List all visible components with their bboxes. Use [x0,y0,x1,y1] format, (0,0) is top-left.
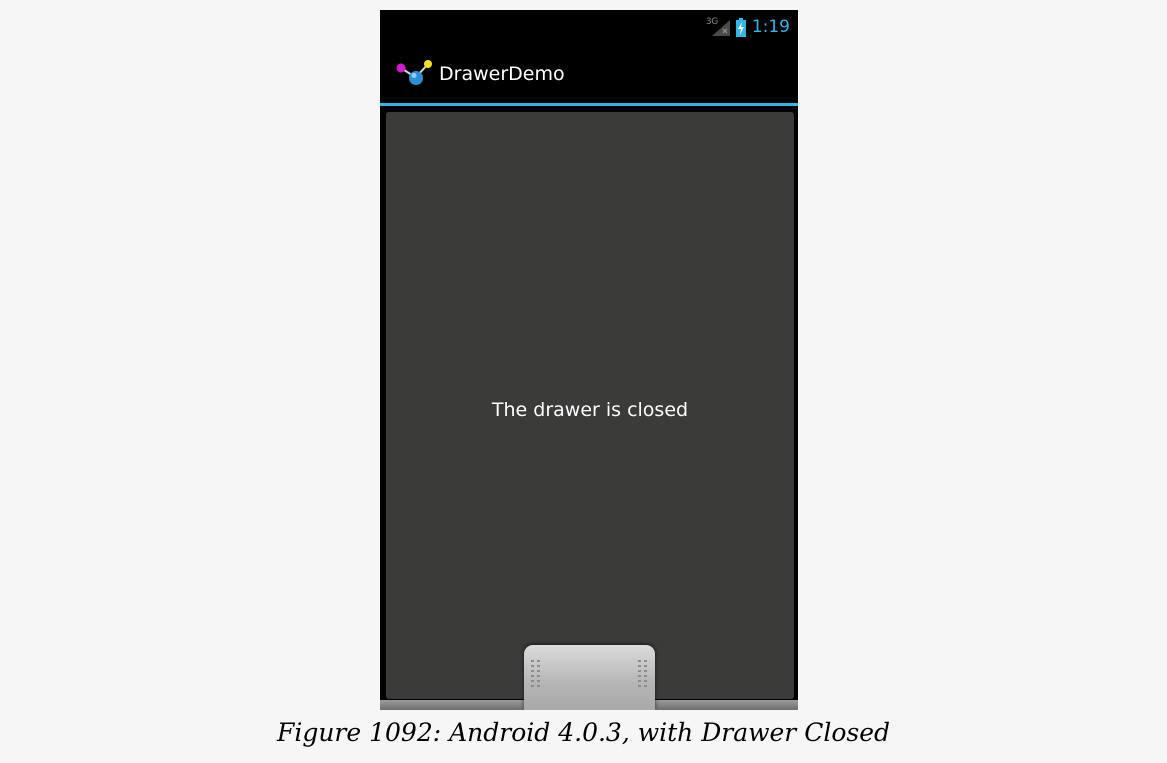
phone-screen: 3G 1:19 DrawerDemo The drawer is closed [380,10,798,710]
drawer-grip-icon [531,660,540,687]
main-content: The drawer is closed [386,112,794,699]
drawer-handle[interactable] [524,645,655,710]
drawer-grip-icon [638,660,647,687]
status-clock: 1:19 [751,17,790,37]
action-bar: DrawerDemo [380,44,798,103]
action-bar-divider [380,103,798,106]
signal-icon: 3G [706,17,730,37]
app-title: DrawerDemo [439,63,565,85]
molecule-app-icon[interactable] [396,60,432,88]
status-icons: 3G 1:19 [706,14,790,40]
figure-caption: Figure 1092: Android 4.0.3, with Drawer … [276,718,891,747]
status-bar: 3G 1:19 [380,10,798,44]
drawer-status-text: The drawer is closed [491,399,689,421]
battery-charging-icon [735,17,746,37]
